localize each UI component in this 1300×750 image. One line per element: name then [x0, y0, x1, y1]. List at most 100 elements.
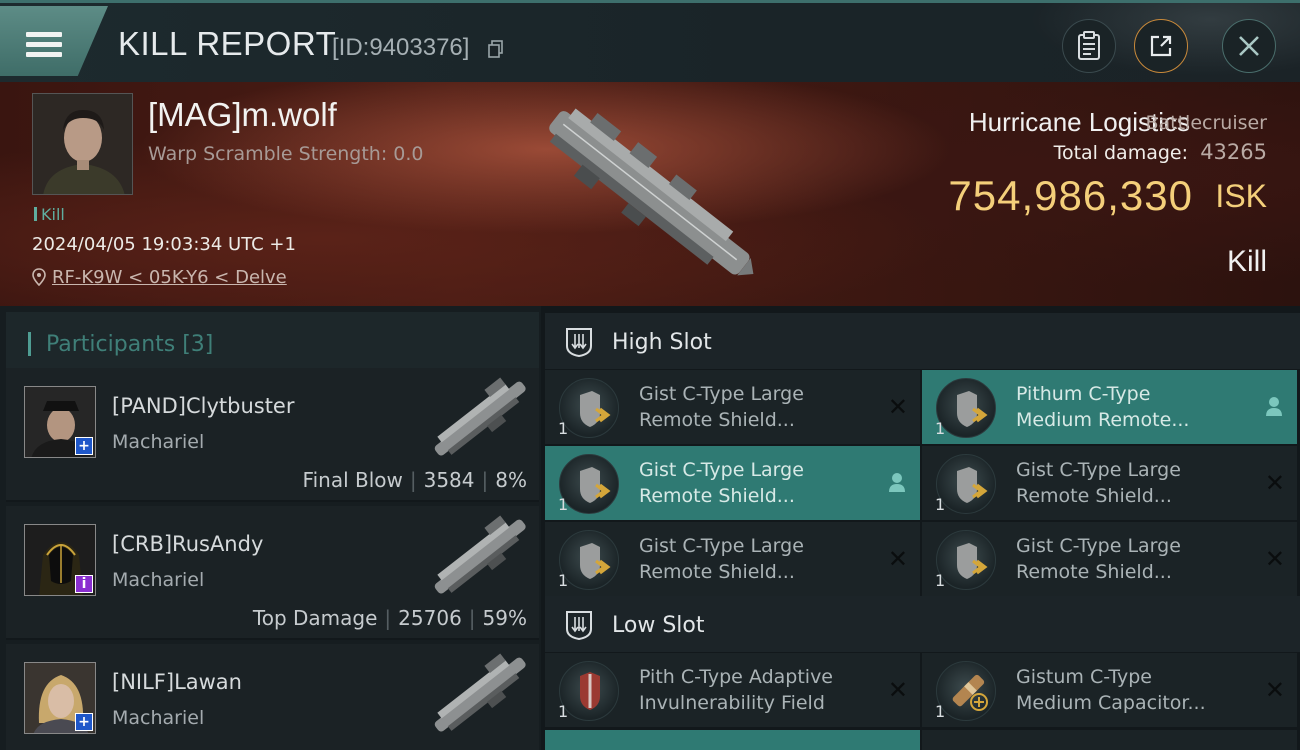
close-button[interactable] [1222, 19, 1276, 73]
header-accent-bar [28, 332, 31, 356]
victim-ship-image [549, 108, 754, 276]
participant-damage: 3584 [423, 468, 475, 492]
close-icon: ✕ [1264, 545, 1285, 573]
high-slot-header: High Slot [545, 313, 1300, 369]
menu-button[interactable] [0, 6, 108, 76]
module-item[interactable]: 1 Gistum C-Type Medium Capacitor... ✕ [922, 653, 1297, 727]
kill-location[interactable]: RF-K9W < 05K-Y6 < Delve [32, 267, 287, 288]
participant-percent: 59% [482, 606, 527, 630]
location-pin-icon [32, 268, 46, 286]
participant-ship-image [434, 653, 526, 732]
module-item[interactable]: 1 Gist C-Type Large Remote Shield... [545, 446, 920, 520]
report-id: [ID:9403376] [332, 34, 470, 61]
kill-result: Kill [1226, 245, 1267, 278]
participant-role: Final Blow [302, 468, 403, 492]
participant-ship: Machariel [112, 569, 205, 591]
participant-stats: Final Blow | 3584 | 8% [303, 468, 527, 492]
share-button[interactable] [1134, 19, 1188, 73]
module-item[interactable]: 1 Pithum C-Type Medium Remote... [922, 370, 1297, 444]
participant-name[interactable]: [NILF]Lawan [112, 670, 242, 694]
module-name: Gist C-Type Large Remote Shield... [639, 383, 804, 431]
module-name: Gist C-Type Large Remote Shield... [639, 535, 804, 583]
close-icon: ✕ [887, 676, 908, 704]
high-slot-icon [566, 328, 592, 358]
low-slot-title: Low Slot [612, 613, 705, 638]
module-item[interactable]: 1 Gist C-Type Large Remote Shield... ✕ [922, 522, 1297, 596]
close-icon: ✕ [887, 393, 908, 421]
user-icon [889, 473, 905, 492]
corp-badge: + [75, 713, 93, 731]
corp-badge: + [75, 437, 93, 455]
warp-scramble-strength: Warp Scramble Strength: 0.0 [148, 143, 424, 165]
module-item[interactable]: 1 Gist C-Type Large Remote Shield... ✕ [922, 446, 1297, 520]
kill-tag: Kill [34, 205, 65, 224]
module-item-partial[interactable] [545, 730, 920, 750]
participant-ship: Machariel [112, 431, 205, 453]
victim-name[interactable]: [MAG]m.wolf [148, 96, 337, 134]
stats-divider: | [384, 606, 392, 630]
low-slot-header: Low Slot [545, 596, 1300, 652]
total-damage-label: Total damage: [1053, 142, 1188, 164]
corp-badge: i [75, 575, 93, 593]
module-name: Pith C-Type Adaptive Invulnerability Fiel… [639, 666, 833, 714]
copy-icon[interactable] [488, 40, 504, 58]
participants-header: Participants [3] [6, 312, 539, 372]
victim-portrait[interactable] [32, 93, 133, 195]
low-slot-icon [566, 611, 592, 641]
participant-role: Top Damage [252, 606, 378, 630]
participant-row[interactable]: i [CRB]RusAndy Machariel Top Damage | 2570… [6, 506, 539, 640]
fitting-panel: High Slot 1 Gist C-Type Large Remote Shie… [541, 306, 1300, 750]
module-name: Gist C-Type Large Remote Shield... [639, 459, 804, 507]
close-icon [1239, 36, 1259, 56]
stats-divider: | [481, 468, 489, 492]
module-name: Gistum C-Type Medium Capacitor... [1016, 666, 1206, 714]
participant-name[interactable]: [CRB]RusAndy [112, 532, 263, 556]
module-quantity: 1 [558, 419, 569, 438]
page-title: KILL REPORT [118, 25, 337, 62]
isk-value: 754,986,330 [948, 172, 1193, 219]
header-bar: KILL REPORT [ID:9403376] [0, 0, 1300, 85]
stats-divider: | [409, 468, 417, 492]
module-item[interactable]: 1 Pith C-Type Adaptive Invulnerability Fi… [545, 653, 920, 727]
participant-row[interactable]: + [NILF]Lawan Machariel [6, 644, 539, 750]
participants-panel: Participants [3] + [PAND]Clytbuster Mach… [0, 306, 541, 750]
high-slot-title: High Slot [612, 330, 712, 355]
participant-ship-image [434, 515, 526, 594]
avatar[interactable]: + [24, 386, 96, 458]
module-quantity: 1 [558, 571, 569, 590]
module-quantity: 1 [558, 702, 569, 721]
kill-datetime: 2024/04/05 19:03:34 UTC +1 [32, 234, 296, 255]
clipboard-button[interactable] [1062, 19, 1116, 73]
module-item[interactable]: 1 Gist C-Type Large Remote Shield... ✕ [545, 370, 920, 444]
stats-divider: | [468, 606, 476, 630]
module-quantity: 1 [935, 571, 946, 590]
module-quantity: 1 [935, 419, 946, 438]
close-icon: ✕ [887, 545, 908, 573]
participant-name[interactable]: [PAND]Clytbuster [112, 394, 294, 418]
module-name: Gist C-Type Large Remote Shield... [1016, 459, 1181, 507]
avatar[interactable]: + [24, 662, 96, 734]
total-damage-value: 43265 [1200, 140, 1267, 164]
isk-unit: ISK [1215, 178, 1267, 214]
menu-icon [26, 32, 62, 58]
participant-percent: 8% [495, 468, 527, 492]
location-link[interactable]: RF-K9W < 05K-Y6 < Delve [52, 267, 287, 288]
close-icon: ✕ [1264, 469, 1285, 497]
participant-row[interactable]: + [PAND]Clytbuster Machariel Final Blow |… [6, 368, 539, 502]
victim-ship-class: Battlecruiser [1145, 112, 1267, 134]
participant-damage: 25706 [398, 606, 462, 630]
module-item[interactable]: 1 Gist C-Type Large Remote Shield... ✕ [545, 522, 920, 596]
module-item-partial[interactable] [922, 730, 1297, 750]
module-quantity: 1 [558, 495, 569, 514]
participant-ship-image [434, 377, 526, 456]
avatar[interactable]: i [24, 524, 96, 596]
clipboard-icon [1078, 31, 1100, 60]
user-icon [1266, 397, 1282, 416]
module-quantity: 1 [935, 702, 946, 721]
share-icon [1150, 35, 1172, 57]
pilot-avatar [33, 94, 132, 194]
module-name: Pithum C-Type Medium Remote... [1016, 383, 1190, 431]
participant-ship: Machariel [112, 707, 205, 729]
module-name: Gist C-Type Large Remote Shield... [1016, 535, 1181, 583]
participants-title: Participants [3] [46, 332, 214, 357]
